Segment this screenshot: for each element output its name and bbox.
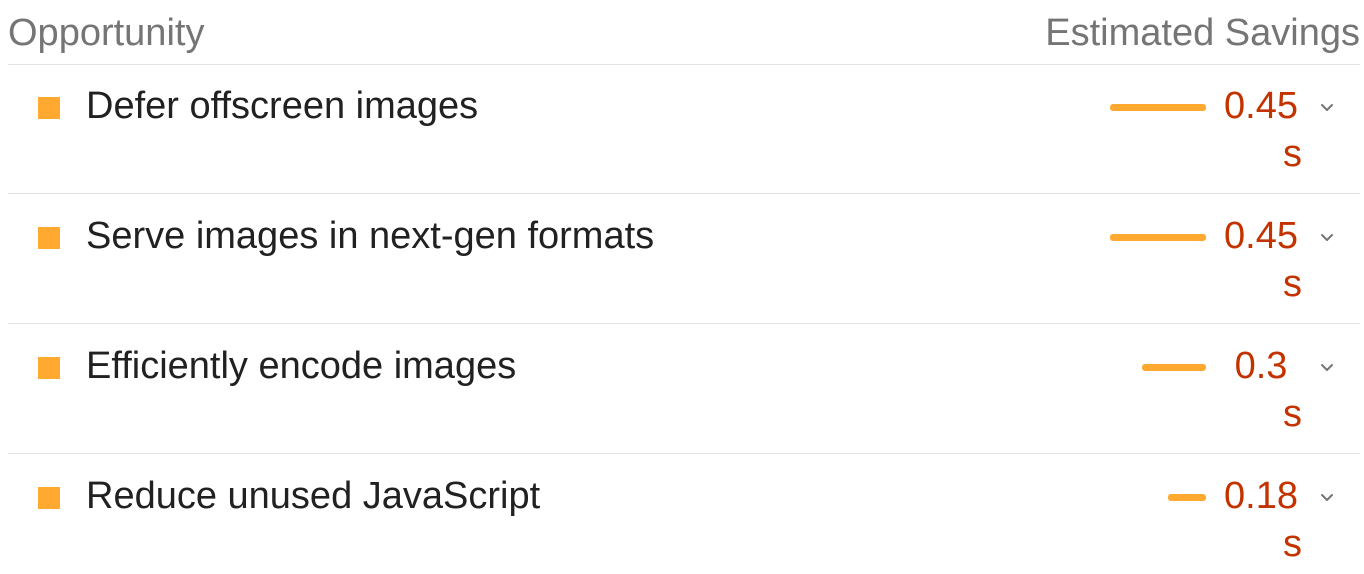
savings-number: 0.18 [1224, 475, 1298, 517]
savings-number: 0.45 [1224, 85, 1298, 127]
opportunity-row[interactable]: Efficiently encode images 0.3 s [8, 324, 1360, 454]
savings-bar [1142, 364, 1206, 371]
chevron-down-icon[interactable] [1316, 226, 1338, 248]
opportunity-row[interactable]: Serve images in next-gen formats 0.45 s [8, 194, 1360, 324]
savings-number: 0.3 [1234, 345, 1288, 387]
chevron-down-icon[interactable] [1316, 96, 1338, 118]
square-bullet-icon [38, 357, 60, 379]
savings-bar [1110, 104, 1206, 111]
header-estimated-savings-label: Estimated Savings [1045, 12, 1360, 54]
savings-value: 0.45 s [1220, 212, 1302, 308]
chevron-down-icon[interactable] [1316, 486, 1338, 508]
square-bullet-icon [38, 97, 60, 119]
opportunities-header: Opportunity Estimated Savings [8, 0, 1360, 65]
square-bullet-icon [38, 487, 60, 509]
savings-unit: s [1283, 133, 1302, 175]
savings-bar [1110, 234, 1206, 241]
chevron-down-icon[interactable] [1316, 356, 1338, 378]
opportunities-list: Defer offscreen images 0.45 s Serve imag… [8, 64, 1360, 574]
header-opportunity-label: Opportunity [8, 12, 205, 54]
opportunity-title: Efficiently encode images [86, 345, 517, 387]
opportunity-title: Serve images in next-gen formats [86, 215, 655, 257]
savings-unit: s [1283, 523, 1302, 565]
savings-unit: s [1283, 393, 1302, 435]
savings-value: 0.18 s [1220, 472, 1302, 568]
opportunity-row[interactable]: Defer offscreen images 0.45 s [8, 64, 1360, 194]
opportunity-title: Defer offscreen images [86, 85, 479, 127]
savings-value: 0.45 s [1220, 82, 1302, 178]
opportunity-title: Reduce unused JavaScript [86, 475, 541, 517]
savings-number: 0.45 [1224, 215, 1298, 257]
savings-value: 0.3 s [1220, 342, 1302, 438]
opportunity-row[interactable]: Reduce unused JavaScript 0.18 s [8, 454, 1360, 574]
square-bullet-icon [38, 227, 60, 249]
savings-unit: s [1283, 263, 1302, 305]
savings-bar [1168, 494, 1206, 501]
